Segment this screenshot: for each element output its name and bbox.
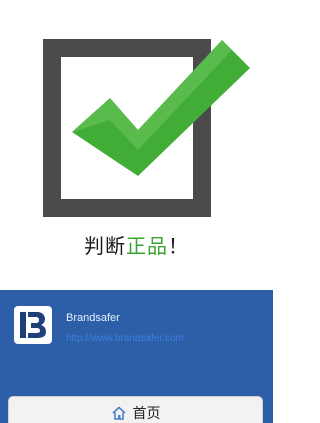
result-suffix: ！ — [168, 234, 189, 258]
verification-graphic — [0, 0, 273, 230]
brand-logo-icon — [20, 312, 46, 338]
result-prefix: 判断 — [84, 234, 126, 258]
page: 判断正品！ Brandsafer http://www.brandsafer.c… — [0, 0, 273, 423]
result-text: 判断正品！ — [0, 230, 273, 259]
home-button-label: 首页 — [132, 406, 161, 422]
checkbox-check-icon — [43, 39, 250, 217]
brand-name: Brandsafer — [66, 312, 120, 324]
home-icon — [111, 405, 127, 421]
result-genuine-label: 正品 — [126, 234, 168, 258]
brand-panel: Brandsafer http://www.brandsafer.com 首页 — [0, 290, 273, 423]
brand-url-link[interactable]: http://www.brandsafer.com — [66, 333, 184, 344]
brandsafer-logo — [14, 306, 52, 344]
home-button[interactable]: 首页 — [8, 396, 263, 423]
